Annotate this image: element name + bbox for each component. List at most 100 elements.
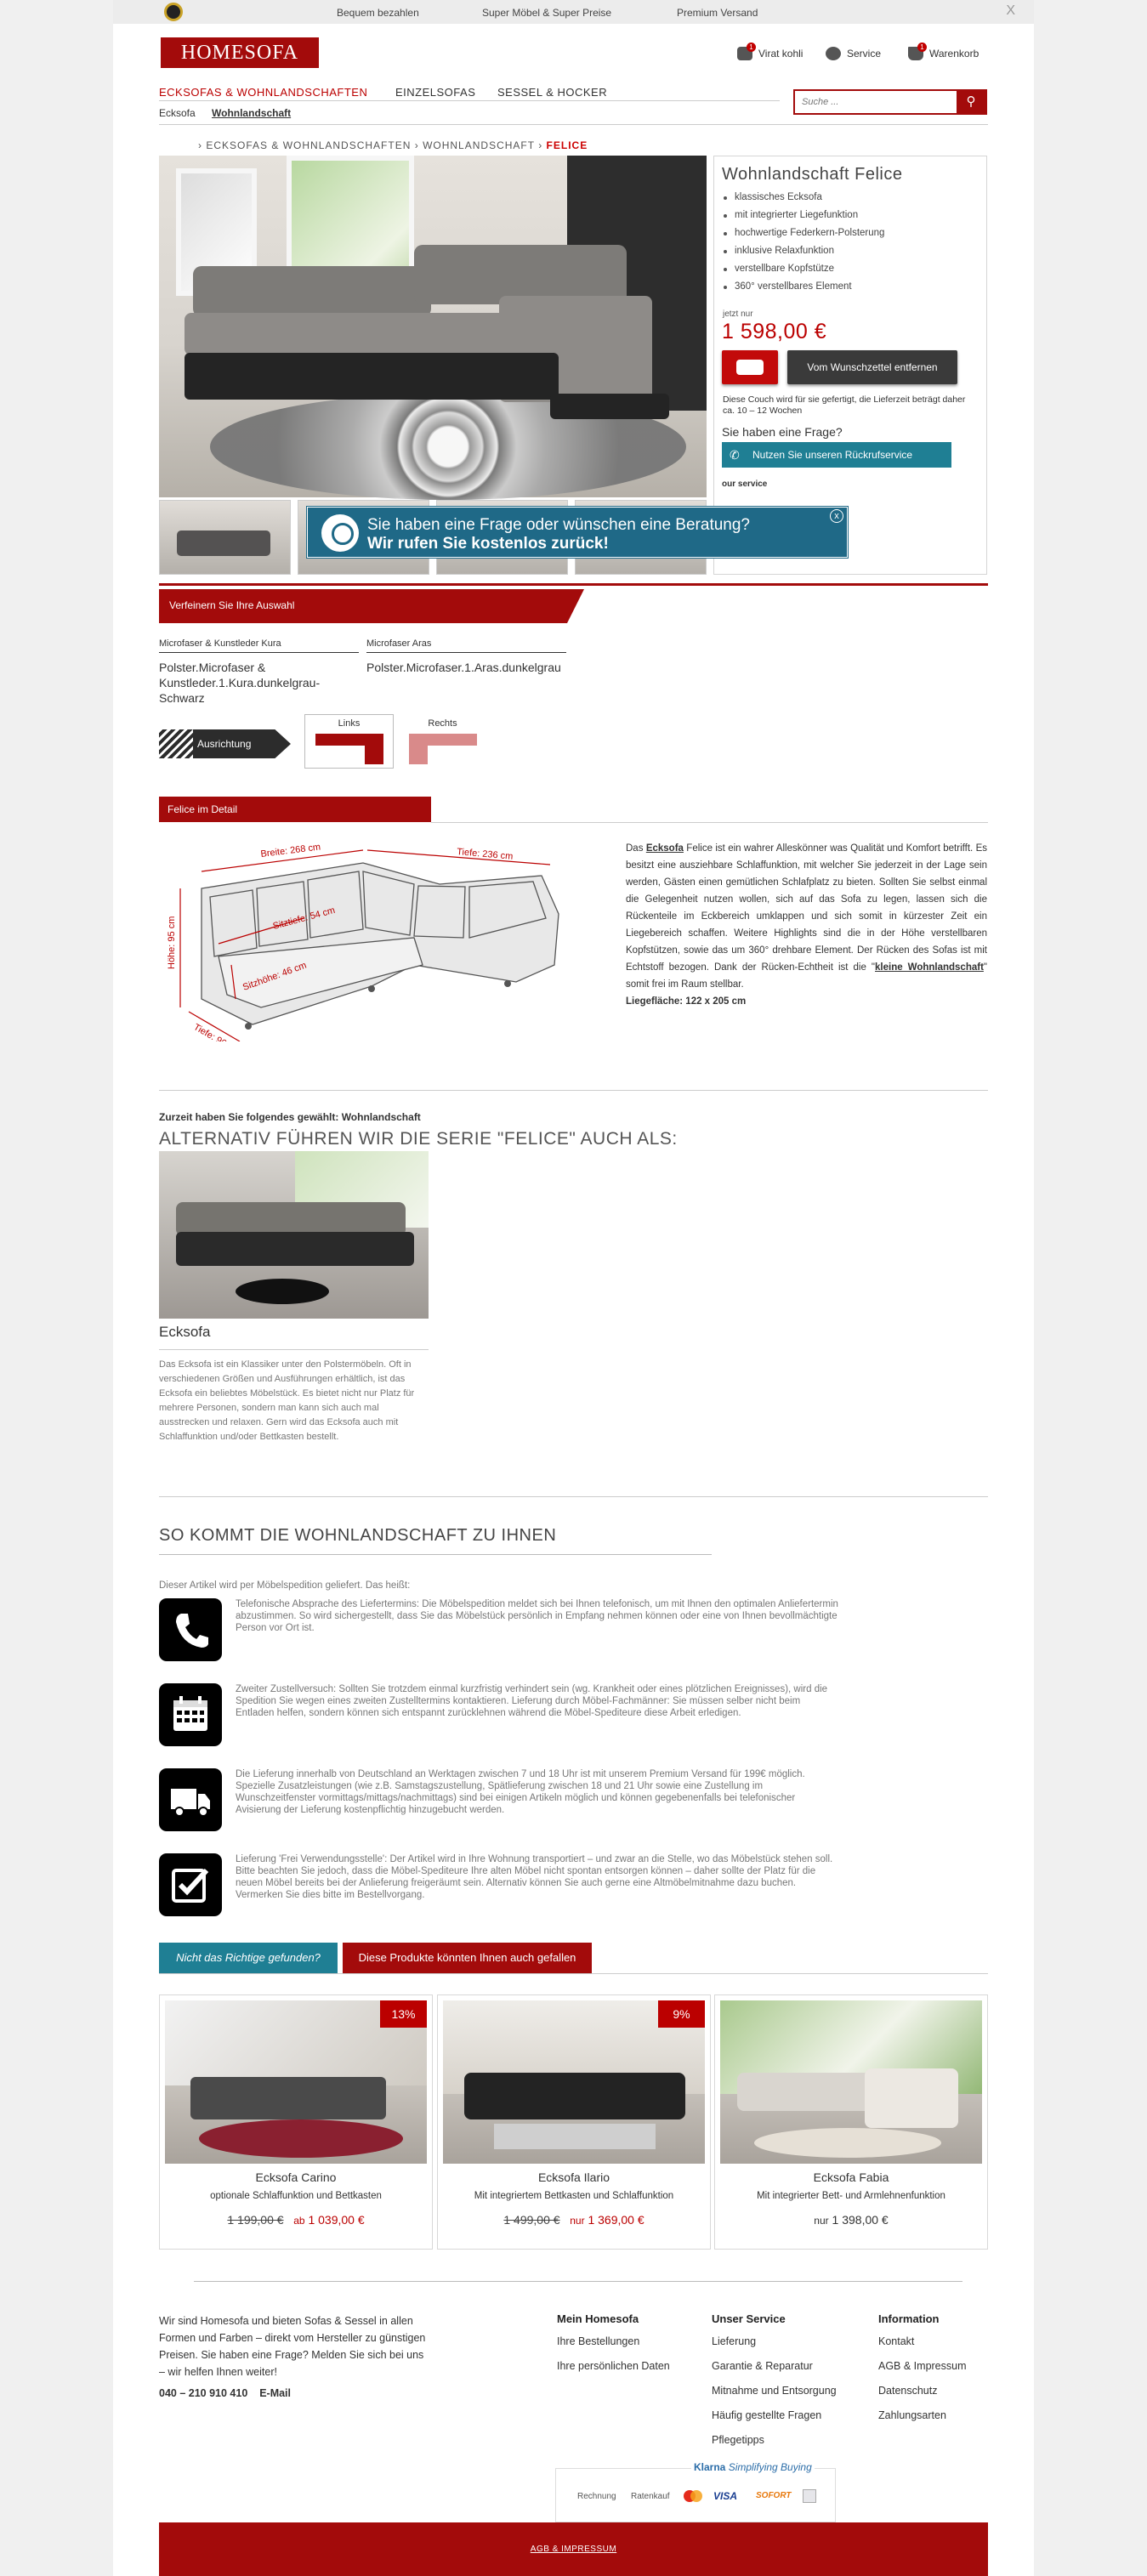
footer-link[interactable]: Lieferung — [712, 2335, 837, 2360]
direction-label: Ausrichtung — [159, 729, 291, 758]
footer-link[interactable]: Ihre Bestellungen — [557, 2335, 670, 2360]
truck-icon — [159, 1768, 222, 1831]
footer-link[interactable]: AGB & Impressum — [878, 2360, 967, 2385]
footer-divider — [194, 2281, 962, 2282]
product-card-price: nur 1 398,00 € — [814, 2213, 889, 2227]
tab-you-may-like[interactable]: Diese Produkte könnten Ihnen auch gefall… — [343, 1943, 592, 1973]
delivery-note: Diese Couch wird für sie gefertigt, die … — [723, 394, 966, 416]
current-selection: Zurzeit haben Sie folgendes gewählt: Woh… — [159, 1111, 421, 1123]
cart-badge: 1 — [917, 43, 927, 52]
search-button[interactable]: ⚲ — [957, 91, 985, 113]
tab-not-found[interactable]: Nicht das Richtige gefunden? — [159, 1943, 338, 1973]
delivery-step-text: Die Lieferung innerhalb von Deutschland … — [236, 1769, 805, 1815]
sofort-icon: SOFORT — [756, 2491, 792, 2500]
footer-link[interactable]: Datenschutz — [878, 2385, 967, 2409]
search-icon: ⚲ — [966, 94, 976, 109]
cart-icon: 1 — [908, 43, 927, 60]
footer-phone[interactable]: 040 – 210 910 410 — [159, 2387, 247, 2399]
product-main-image[interactable] — [159, 156, 707, 500]
section-divider — [159, 583, 988, 586]
nav-item-ecksofas[interactable]: ECKSOFAS & WOHNLANDSCHAFTEN — [159, 86, 367, 99]
chat-icon — [826, 47, 841, 60]
service-label: Service — [847, 48, 882, 60]
delivery-step: Zweiter Zustellversuch: Sollten Sie trot… — [159, 1683, 882, 1746]
callback-banner-line2: Wir rufen Sie kostenlos zurück! — [367, 535, 609, 553]
option1-swatch[interactable]: Polster.Microfaser & Kunstleder.1.Kura.d… — [159, 660, 320, 706]
footer-link[interactable]: Kontakt — [878, 2335, 967, 2360]
remove-wishlist-button[interactable]: Vom Wunschzettel entfernen — [787, 350, 957, 384]
alternative-image[interactable] — [159, 1151, 429, 1319]
feature-item: mit integrierter Liegefunktion — [722, 210, 977, 228]
kleine-wohnlandschaft-link[interactable]: kleine Wohnlandschaft — [875, 962, 984, 973]
breadcrumb-ecksofas[interactable]: ECKSOFAS & WOHNLANDSCHAFTEN — [206, 139, 411, 151]
product-card-name[interactable]: Ecksofa Fabia — [715, 2170, 987, 2184]
payment-methods: Rechnung Ratenkauf VISA SOFORT — [555, 2468, 836, 2522]
discount-badge: 9% — [658, 2000, 705, 2028]
product-card[interactable]: 13% Ecksofa Carino optionale Schlaffunkt… — [159, 1994, 433, 2250]
footer-col-info: Information Kontakt AGB & Impressum Date… — [878, 2312, 967, 2434]
subnav-item-wohnlandschaft[interactable]: Wohnlandschaft — [212, 107, 291, 119]
calendar-icon — [159, 1683, 222, 1746]
price-prefix: jetzt nur — [723, 309, 753, 319]
feature-item: klassisches Ecksofa — [722, 192, 977, 210]
direction-left-label: Links — [338, 718, 361, 729]
phone-icon — [159, 1598, 222, 1661]
close-icon[interactable]: X — [1006, 3, 1015, 19]
phone-icon: ✆ — [730, 448, 740, 462]
option2-label: Microfaser Aras — [366, 638, 566, 653]
product-card[interactable]: 9% Ecksofa Ilario Mit integriertem Bettk… — [437, 1994, 711, 2250]
footer-link[interactable]: Ihre persönlichen Daten — [557, 2360, 670, 2385]
breadcrumb-current: FELICE — [546, 139, 588, 151]
delivery-step-text: Lieferung 'Frei Verwendungsstelle': Der … — [236, 1854, 833, 1900]
question-title: Sie haben eine Frage? — [722, 425, 843, 439]
right-shape-icon — [409, 734, 477, 764]
footer-link[interactable]: Pflegetipps — [712, 2434, 837, 2459]
close-banner-icon[interactable]: x — [830, 509, 843, 523]
nav-item-einzelsofas[interactable]: EINZELSOFAS — [395, 86, 475, 99]
page: Bequem bezahlen Super Möbel & Super Prei… — [113, 0, 1034, 2576]
product-card-price: 1 499,00 € nur 1 369,00 € — [503, 2213, 644, 2227]
payment-invoice: Rechnung — [577, 2492, 616, 2501]
delivery-step: Telefonische Absprache des Liefertermins… — [159, 1598, 882, 1661]
product-card-name[interactable]: Ecksofa Ilario — [438, 2170, 710, 2184]
footer-link[interactable]: Mitnahme und Entsorgung — [712, 2385, 837, 2409]
callback-banner[interactable]: Sie haben eine Frage oder wünschen eine … — [307, 507, 848, 558]
detail-header: Felice im Detail — [159, 797, 431, 822]
product-card-price: 1 199,00 € ab 1 039,00 € — [227, 2213, 365, 2227]
breadcrumb-wohnlandschaft[interactable]: WOHNLANDSCHAFT — [423, 139, 535, 151]
footer-col-service: Unser Service Lieferung Garantie & Repar… — [712, 2312, 837, 2459]
mastercard-icon — [682, 2489, 704, 2505]
nav-item-sessel[interactable]: SESSEL & HOCKER — [497, 86, 607, 99]
ecksofa-link[interactable]: Ecksofa — [646, 843, 684, 854]
breadcrumb: › ECKSOFAS & WOHNLANDSCHAFTEN › WOHNLAND… — [198, 139, 588, 151]
account-link[interactable]: 1 Virat kohli — [737, 43, 803, 60]
thumbnail-1[interactable] — [159, 500, 291, 575]
klarna-logo: Klarna Simplifying Buying — [691, 2461, 815, 2473]
subnav-item-ecksofa[interactable]: Ecksofa — [159, 107, 196, 119]
search-input[interactable] — [795, 91, 957, 113]
product-card-name[interactable]: Ecksofa Carino — [160, 2170, 432, 2184]
direction-right-option[interactable]: Rechts — [398, 714, 487, 769]
add-to-cart-button[interactable] — [722, 350, 778, 384]
topbar-item-prices: Super Möbel & Super Preise — [482, 7, 612, 19]
feature-item: 360° verstellbares Element — [722, 281, 977, 299]
product-price: 1 598,00 € — [722, 320, 827, 343]
footer-link[interactable]: Häufig gestellte Fragen — [712, 2409, 837, 2434]
direction-left-option[interactable]: Links — [304, 714, 394, 769]
service-link[interactable]: Service — [826, 47, 881, 60]
option2-swatch[interactable]: Polster.Microfaser.1.Aras.dunkelgrau — [366, 660, 605, 675]
footer-link[interactable]: Garantie & Reparatur — [712, 2360, 837, 2385]
product-card[interactable]: Ecksofa Fabia Mit integrierter Bett- und… — [714, 1994, 988, 2250]
cart-link[interactable]: 1 Warenkorb — [908, 43, 979, 60]
option1-label: Microfaser & Kunstleder Kura — [159, 638, 359, 653]
trust-seal-icon[interactable] — [164, 3, 183, 21]
checkbox-icon — [159, 1853, 222, 1916]
footer-link[interactable]: Zahlungsarten — [878, 2409, 967, 2434]
callback-service-label: Nutzen Sie unseren Rückrufservice — [752, 449, 913, 461]
footer-email-link[interactable]: E-Mail — [259, 2387, 291, 2399]
homesofa-logo[interactable]: HOMESOFA — [159, 36, 321, 70]
search-box: ⚲ — [793, 89, 987, 115]
agb-impressum-link[interactable]: AGB & IMPRESSUM — [159, 2522, 988, 2576]
alternative-name[interactable]: Ecksofa — [159, 1324, 429, 1350]
callback-service-button[interactable]: ✆ Nutzen Sie unseren Rückrufservice — [722, 442, 951, 468]
